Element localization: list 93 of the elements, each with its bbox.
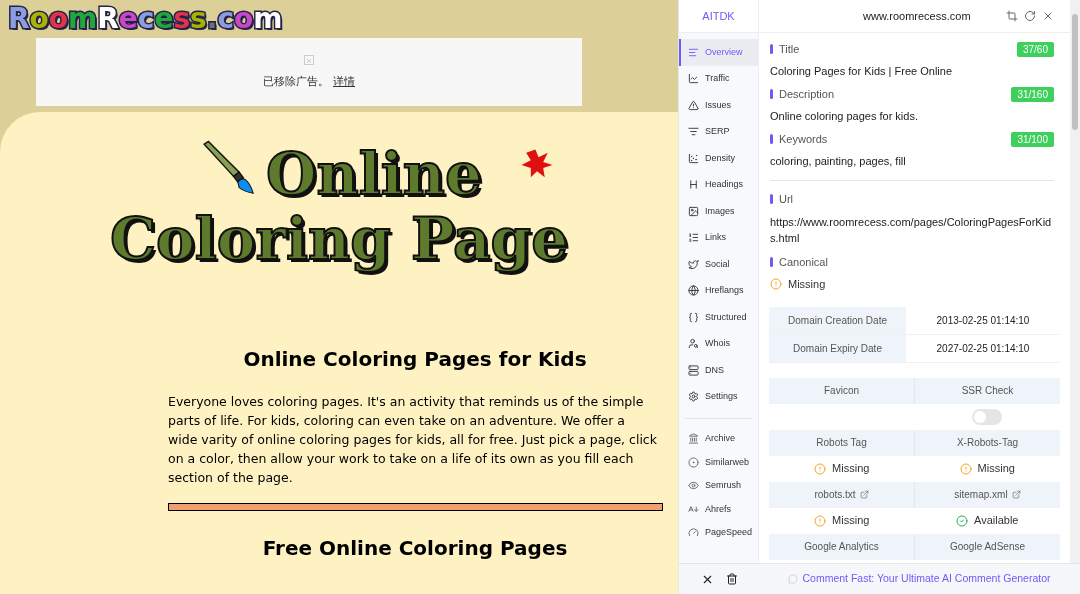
character-count-badge: 31/100 [1011,131,1054,147]
bird-icon [688,258,699,270]
check-status: Missing [832,513,870,529]
refresh-icon[interactable] [1024,10,1036,22]
nav-item[interactable]: Social [679,251,758,278]
image-icon [688,205,699,217]
close-icon[interactable] [1042,10,1054,22]
nav-item[interactable]: Headings [679,171,758,198]
field-label: Url [779,192,794,207]
label-marker [770,194,773,205]
page-heading: Online Coloring Pages for Kids [242,346,588,373]
tool-link[interactable]: Ahrefs [679,497,758,521]
tool-link[interactable]: Similarweb [679,450,758,474]
field-value: Coloring Pages for Kids | Free Online [770,63,953,79]
letter-icon [688,503,699,515]
comment-icon [788,574,799,584]
settings-icon [688,391,699,403]
tool-link[interactable]: Archive [679,427,758,451]
check-label: X-Robots-Tag [956,436,1019,450]
details-link[interactable]: 详情 [333,72,355,90]
circle-icon [688,456,699,468]
nav-item[interactable]: Hreflangs [679,277,758,304]
tool-link[interactable]: Semrush [679,474,758,498]
nav-item[interactable]: Images [679,198,758,225]
braces-icon [688,311,699,323]
server-icon [688,364,699,376]
check-label: Favicon [824,384,859,398]
gauge-icon [688,527,699,539]
table-cell: Domain Creation Date [769,306,906,334]
tool-link[interactable]: PageSpeed [679,521,758,545]
ad-removed-text: 已移除广告。 [263,73,329,89]
check-label: robots.txt [814,488,856,502]
nav-item[interactable]: Density [679,145,758,172]
nav-item[interactable]: SERP [679,118,758,145]
list-icon [688,232,699,244]
label-marker [770,134,773,145]
field-label: Canonical [779,254,828,270]
external-link-icon[interactable] [1011,490,1021,499]
character-count-badge: 37/60 [1016,41,1054,57]
check-label: Google Analytics [804,540,879,554]
table-cell-text: 2027-02-25 01:14:10 [935,341,1031,356]
field-value: coloring, painting, pages, fill [770,153,907,169]
lines-icon [688,46,699,58]
section-heading: Free Online Coloring Pages [261,535,569,562]
check-status: Available [974,513,1019,529]
nav-item[interactable]: Links [679,224,758,251]
scatter-chart-icon [688,152,699,164]
list-search-icon [688,126,699,138]
check-icon [956,514,968,527]
check-status: Missing [977,461,1015,477]
field-value: Online coloring pages for kids. [770,108,919,124]
label-marker [770,89,773,100]
character-count-badge: 31/160 [1011,86,1054,102]
check-label: Robots Tag [816,436,867,450]
nav-item[interactable]: Structured [679,304,758,331]
user-search-icon [688,338,699,350]
line-chart-icon [688,73,699,85]
check-label: sitemap.xml [954,488,1008,502]
table-cell-text: 2013-02-25 01:14:10 [935,313,1031,328]
warning-icon [959,462,972,475]
nav-item[interactable]: DNS [679,357,758,384]
field-label: Title [779,42,800,57]
intro-paragraph: Everyone loves coloring pages. It's an activity that reminds us of the simple parts of life. For kids, coloring can even take on an adventure. We offer a wide varity of online coloring pages for kids, all for free. Just pick a page, click on a color, then allow your work to take on a life of its own as you fill each section of the page. [168,393,658,487]
nav-item[interactable]: Issues [679,92,758,119]
check-status: Missing [832,461,870,477]
nav-item[interactable]: Whois [679,330,758,357]
domain-title: www.roomrecess.com [863,8,971,24]
check-label: Google AdSense [949,540,1026,554]
removed-ad-icon [304,54,314,65]
warning-icon [814,514,827,527]
ssr-toggle[interactable] [972,408,1003,425]
label-marker [770,44,773,55]
label-marker [770,256,773,267]
field-label: Description [779,87,835,102]
building-icon [688,433,699,445]
canonical-status: Missing [788,277,826,292]
heading-icon [688,179,699,191]
nav-item[interactable]: Settings [679,383,758,410]
scrollbar-thumb[interactable] [1072,14,1078,130]
eye-icon [688,480,699,492]
table-cell: Domain Expiry Date [769,334,906,362]
crop-icon[interactable] [1006,10,1018,22]
warning-icon [688,99,699,111]
globe-icon [688,285,699,297]
brand-name: AITDK [702,8,735,24]
url-value: https://www.roomrecess.com/pages/ColoringPagesForKids.html [770,214,1053,246]
nav-item[interactable]: Traffic [679,65,758,92]
warning-icon [770,278,782,291]
check-label: SSR Check [961,384,1014,398]
field-label: Keywords [779,132,828,147]
nav-item[interactable]: Overview [679,39,758,66]
external-link-icon[interactable] [859,490,869,499]
warning-icon [814,462,827,475]
